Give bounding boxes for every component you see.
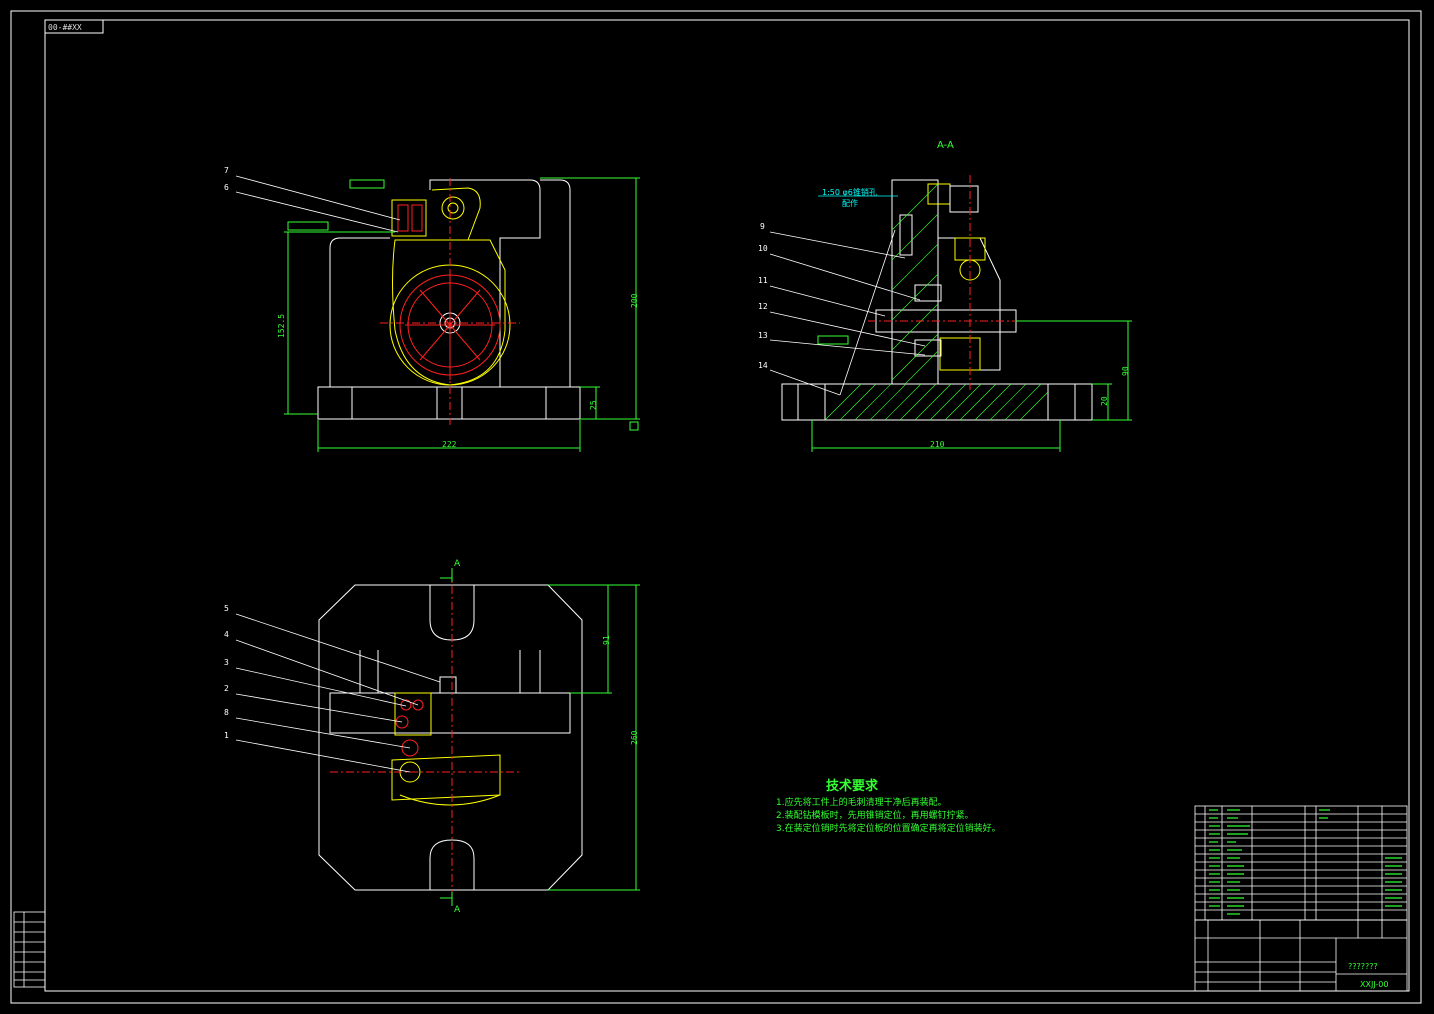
plan-section-markers: [440, 568, 453, 906]
front-base-plate: [317, 386, 581, 420]
part-number-2: 2: [224, 684, 229, 693]
tech-req-line-2: 2.装配钻模板时，先用锥销定位，再用螺钉拧紧。: [776, 811, 974, 821]
part-number-9: 9: [760, 222, 765, 231]
revision-strip: [13, 911, 46, 988]
section-view-title: A-A: [937, 140, 954, 151]
front-view: [317, 179, 581, 420]
section-mark-top: A: [454, 559, 461, 569]
front-leaders: [235, 175, 401, 233]
tech-req-title: 技术要求: [826, 779, 879, 794]
front-body-left: [329, 237, 390, 387]
title-block-drawing-number: XXJJ-00: [1360, 980, 1389, 989]
part-number-14: 14: [758, 361, 768, 370]
part-number-7: 7: [224, 166, 229, 175]
part-number-5: 5: [224, 604, 229, 613]
section-dimensions: [811, 320, 1132, 452]
parts-list-table: [1194, 805, 1408, 921]
title-block-drawing-name: ???????: [1348, 962, 1378, 971]
dim-front-height-overall: 200: [630, 293, 639, 308]
tech-req-line-3: 3.在装定位销时先将定位板的位置确定再将定位销装好。: [776, 824, 1001, 834]
part-number-11: 11: [758, 276, 768, 285]
taper-pin-note-line1: 1:50 φ6锥销孔: [822, 188, 877, 197]
dim-section-height: 90: [1121, 366, 1130, 376]
dim-front-base-height: 25: [589, 400, 598, 410]
technical-requirements: 技术要求 1.应先将工件上的毛刺清理干净后再装配。 2.装配钻模板时，先用锥销定…: [776, 775, 1001, 836]
section-view: [781, 179, 1093, 421]
part-number-13: 13: [758, 331, 768, 340]
taper-pin-note: 1:50 φ6锥销孔 配作: [822, 187, 877, 209]
part-number-1: 1: [224, 731, 229, 740]
part-number-8: 8: [224, 708, 229, 717]
dim-plan-height: 260: [630, 730, 639, 745]
part-number-10: 10: [758, 244, 768, 253]
inner-frame: [44, 19, 1410, 992]
drawing-code-tag: 00-##XX: [48, 23, 82, 32]
dim-front-height-center: 152.5: [277, 313, 286, 338]
part-number-4: 4: [224, 630, 229, 639]
part-number-6: 6: [224, 183, 229, 192]
part-number-12: 12: [758, 302, 768, 311]
dim-section-width: 210: [930, 440, 945, 449]
dim-section-base: 20: [1100, 396, 1109, 406]
section-hatch: [824, 183, 1049, 421]
plan-view: [318, 584, 583, 891]
part-number-3: 3: [224, 658, 229, 667]
dim-plan-upper: 91: [602, 635, 611, 645]
section-mark-bottom: A: [454, 905, 461, 915]
tech-req-line-1: 1.应先将工件上的毛刺清理干净后再装配。: [776, 798, 947, 808]
front-body-right: [540, 179, 571, 387]
cad-drawing-canvas: [10, 10, 1422, 1004]
taper-pin-note-line2: 配作: [842, 199, 858, 208]
dim-front-width: 222: [442, 440, 457, 449]
plan-dimensions: [548, 584, 640, 891]
